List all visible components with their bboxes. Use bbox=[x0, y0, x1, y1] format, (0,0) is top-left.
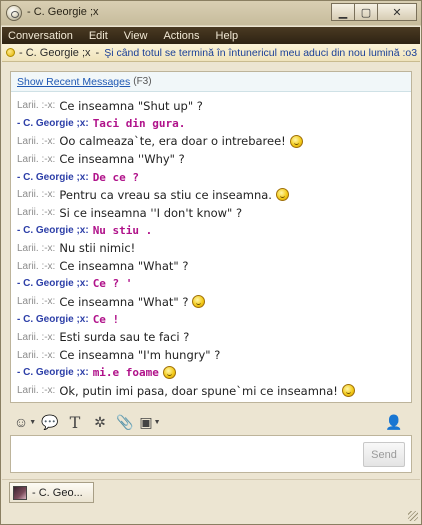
message-text: Ce inseamna "Shut up" ? bbox=[59, 98, 203, 113]
input-toolbar: ☺ ▼ 💬 T ✲ 📎 ▣ ▼ 👤 bbox=[10, 411, 412, 433]
menu-bar: Conversation Edit View Actions Help bbox=[2, 27, 420, 44]
window-controls: ▁ ▢ ✕ bbox=[331, 3, 417, 21]
emoticon-icon bbox=[192, 295, 206, 309]
message-text: Ok, putin imi pasa, doar spune`mi ce ins… bbox=[59, 383, 338, 398]
personal-message: Şi când totul se termină în întunericul … bbox=[104, 46, 420, 59]
message-sender: - C. Georgie ;x: bbox=[17, 118, 89, 130]
message-sender: - C. Georgie ;x: bbox=[17, 224, 89, 236]
message-text: mi.e foame bbox=[92, 366, 159, 380]
message-row: - C. Georgie ;x: mi.e foame bbox=[17, 364, 411, 382]
chat-window: - C. Georgie ;x ▁ ▢ ✕ Conversation Edit … bbox=[0, 0, 422, 525]
message-text: Nu stiu . bbox=[92, 223, 153, 237]
menu-edit[interactable]: Edit bbox=[89, 30, 108, 42]
message-sender: - C. Georgie ;x: bbox=[17, 367, 89, 379]
status-separator: - bbox=[95, 46, 100, 59]
message-text: Pentru ca vreau sa stiu ce inseamna. bbox=[59, 187, 272, 202]
status-icon bbox=[6, 48, 15, 57]
shortcut-label: (F3) bbox=[133, 76, 152, 87]
contact-status-bar[interactable]: - C. Georgie ;x - Şi când totul se termi… bbox=[2, 44, 420, 62]
emoticon-icon bbox=[341, 384, 355, 398]
wink-icon[interactable]: ✲ bbox=[89, 412, 111, 432]
message-row: Larii. :-x: Ok, putin imi pasa, doar spun… bbox=[17, 382, 411, 400]
show-recent-messages-link[interactable]: Show Recent Messages bbox=[17, 76, 130, 88]
message-sender: - C. Georgie ;x: bbox=[17, 278, 89, 290]
conversation-tabs: - C. Geo... bbox=[2, 479, 420, 504]
messenger-icon bbox=[6, 5, 22, 21]
message-row: Larii. :-x: Ce inseamna "Shut up" ? bbox=[17, 97, 411, 115]
message-row: Larii. :-x: Pentru ca vreau sa stiu ce in… bbox=[17, 186, 411, 204]
message-sender: Larii. :-x: bbox=[17, 100, 56, 112]
minimize-button[interactable]: ▁ bbox=[331, 3, 355, 21]
message-sender: Larii. :-x: bbox=[17, 385, 56, 397]
message-sender: Larii. :-x: bbox=[17, 331, 56, 343]
message-text: Esti surda sau te faci ? bbox=[59, 330, 190, 345]
message-row: Larii. :-x: Esti surda sau te faci ? bbox=[17, 328, 411, 346]
menu-conversation[interactable]: Conversation bbox=[8, 30, 73, 42]
message-row: - C. Georgie ;x: Taci din gura. bbox=[17, 115, 411, 133]
message-text: Ce inseamna "What" ? bbox=[59, 294, 189, 309]
message-text: Oo calmeaza`te, era doar o intrebaree! bbox=[59, 134, 286, 149]
message-sender: Larii. :-x: bbox=[17, 135, 56, 147]
history-bar: Show Recent Messages (F3) bbox=[11, 72, 411, 92]
message-sender: - C. Georgie ;x: bbox=[17, 171, 89, 183]
message-text: Si ce inseamna ''I don't know" ? bbox=[59, 205, 243, 220]
maximize-button[interactable]: ▢ bbox=[354, 3, 378, 21]
message-text: Taci din gura. bbox=[92, 117, 186, 131]
menu-help[interactable]: Help bbox=[216, 30, 239, 42]
message-list: Larii. :-x: Ce inseamna "Shut up" ? - C. G… bbox=[11, 92, 411, 400]
message-row: Larii. :-x: Oo calmeaza`te, era doar o in… bbox=[17, 133, 411, 151]
message-text: De ce ? bbox=[92, 170, 140, 184]
message-sender: Larii. :-x: bbox=[17, 242, 56, 254]
message-text: Ce ? ' bbox=[92, 277, 133, 291]
message-text: Nu stii nimic! bbox=[59, 241, 136, 256]
message-sender: Larii. :-x: bbox=[17, 189, 56, 201]
close-button[interactable]: ✕ bbox=[377, 3, 417, 21]
message-row: Larii. :-x: Si ce inseamna ''I don't know… bbox=[17, 204, 411, 222]
emoticon-icon bbox=[289, 134, 303, 148]
screenshot-icon[interactable]: ▣ ▼ bbox=[139, 412, 161, 432]
contact-name: - C. Georgie ;x bbox=[19, 46, 91, 59]
message-row: Larii. :-x: Ce inseamna "What" ? bbox=[17, 293, 411, 311]
attach-icon[interactable]: 📎 bbox=[114, 412, 136, 432]
message-row: Larii. :-x: Ce inseamna ''Why" ? bbox=[17, 150, 411, 168]
message-sender: Larii. :-x: bbox=[17, 153, 56, 165]
message-row: - C. Georgie ;x: De ce ? bbox=[17, 168, 411, 186]
smiley-icon[interactable]: ☺ ▼ bbox=[14, 412, 36, 432]
message-text: Ce ! bbox=[92, 312, 120, 326]
window-title: - C. Georgie ;x bbox=[27, 6, 99, 18]
message-input[interactable]: Send bbox=[10, 435, 412, 473]
contact-icon[interactable]: 👤 bbox=[383, 412, 405, 432]
conversation-history[interactable]: Show Recent Messages (F3) Larii. :-x: Ce … bbox=[10, 71, 412, 403]
menu-view[interactable]: View bbox=[124, 30, 148, 42]
message-sender: Larii. :-x: bbox=[17, 349, 56, 361]
menu-actions[interactable]: Actions bbox=[163, 30, 199, 42]
message-text: Ce inseamna "I'm hungry" ? bbox=[59, 348, 221, 363]
message-row: Larii. :-x: Nu stii nimic! bbox=[17, 239, 411, 257]
message-row: - C. Georgie ;x: Ce ! bbox=[17, 311, 411, 329]
emoticon-icon bbox=[275, 188, 289, 202]
message-row: Larii. :-x: Ce inseamna "I'm hungry" ? bbox=[17, 346, 411, 364]
send-button[interactable]: Send bbox=[363, 442, 405, 467]
message-sender: - C. Georgie ;x: bbox=[17, 313, 89, 325]
nudge-icon[interactable]: 💬 bbox=[39, 412, 61, 432]
avatar bbox=[13, 485, 27, 500]
message-sender: Larii. :-x: bbox=[17, 296, 56, 308]
tab-conversation[interactable]: - C. Geo... bbox=[9, 482, 94, 503]
tab-label: - C. Geo... bbox=[32, 486, 83, 499]
font-icon[interactable]: T bbox=[64, 412, 86, 432]
message-text: Ce inseamna "What" ? bbox=[59, 259, 189, 274]
message-text: Ce inseamna ''Why" ? bbox=[59, 152, 185, 167]
message-row: - C. Georgie ;x: Nu stiu . bbox=[17, 222, 411, 240]
resize-grip[interactable] bbox=[408, 511, 418, 521]
message-row: - C. Georgie ;x: Ce ? ' bbox=[17, 275, 411, 293]
message-row: Larii. :-x: Ce inseamna "What" ? bbox=[17, 257, 411, 275]
message-sender: Larii. :-x: bbox=[17, 260, 56, 272]
title-bar: - C. Georgie ;x ▁ ▢ ✕ bbox=[1, 1, 421, 25]
message-sender: Larii. :-x: bbox=[17, 207, 56, 219]
emoticon-icon bbox=[162, 366, 176, 380]
